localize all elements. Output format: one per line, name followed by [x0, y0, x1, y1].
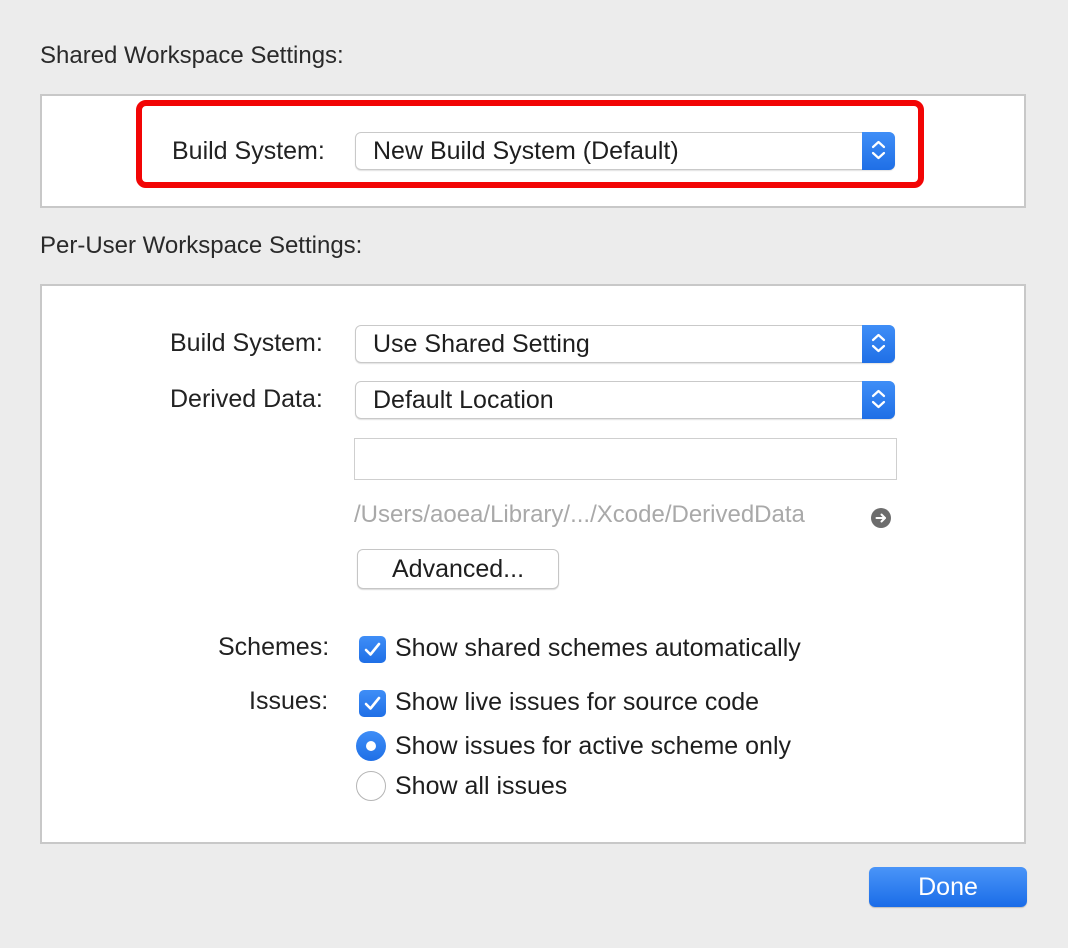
per-user-build-system-value: Use Shared Setting [373, 330, 590, 358]
show-shared-schemes-label[interactable]: Show shared schemes automatically [395, 634, 801, 663]
derived-data-popup[interactable]: Default Location [355, 381, 895, 419]
show-live-issues-label[interactable]: Show live issues for source code [395, 688, 759, 717]
reveal-in-finder-arrow-icon[interactable] [871, 508, 891, 528]
checkmark-icon [364, 696, 381, 710]
per-user-build-system-label: Build System: [170, 329, 323, 357]
chevron-up-down-icon [862, 325, 895, 363]
per-user-settings-title: Per-User Workspace Settings: [40, 232, 363, 259]
shared-settings-title: Shared Workspace Settings: [40, 42, 344, 69]
per-user-build-system-popup[interactable]: Use Shared Setting [355, 325, 895, 363]
derived-data-path: /Users/aoea/Library/.../Xcode/DerivedDat… [354, 501, 805, 528]
active-scheme-issues-radio[interactable] [356, 731, 386, 761]
show-live-issues-checkbox[interactable] [359, 690, 386, 717]
schemes-label: Schemes: [218, 633, 330, 661]
active-scheme-issues-label[interactable]: Show issues for active scheme only [395, 732, 791, 761]
derived-data-label: Derived Data: [170, 385, 323, 413]
all-issues-radio[interactable] [356, 771, 386, 801]
chevron-up-down-icon [862, 381, 895, 419]
all-issues-label[interactable]: Show all issues [395, 772, 567, 801]
checkmark-icon [364, 642, 381, 656]
done-button[interactable]: Done [869, 867, 1027, 907]
red-highlight-box [136, 100, 924, 188]
derived-data-custom-path-field[interactable] [354, 438, 897, 480]
show-shared-schemes-checkbox[interactable] [359, 636, 386, 663]
derived-data-value: Default Location [373, 386, 554, 414]
issues-label: Issues: [249, 687, 329, 715]
advanced-button[interactable]: Advanced... [357, 549, 559, 589]
